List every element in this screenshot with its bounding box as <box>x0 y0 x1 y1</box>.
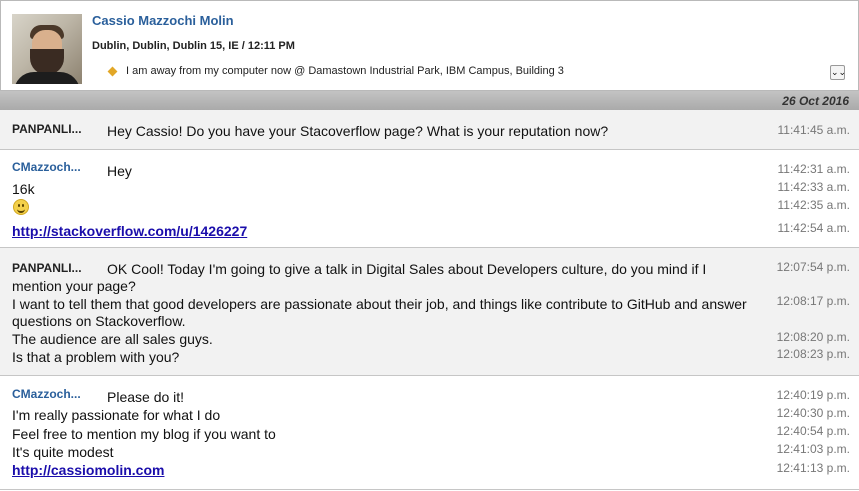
sender-name[interactable]: CMazzoch... <box>12 160 81 174</box>
message-text: The audience are all sales guys. <box>12 331 213 347</box>
message-group: CMazzoch... Please do it! 12:40:19 p.m. … <box>0 376 859 490</box>
avatar-shirt <box>14 72 80 84</box>
message-text: Is that a problem with you? <box>12 349 180 365</box>
message-time: 12:40:30 p.m. <box>776 406 850 420</box>
sender-name[interactable]: CMazzoch... <box>12 387 81 401</box>
message-group: PANPANLI... OK Cool! Today I'm going to … <box>0 248 859 376</box>
message-text: Hey <box>107 163 132 179</box>
conversation-date: 26 Oct 2016 <box>782 94 849 108</box>
message-group: CMazzoch... Hey 11:42:31 a.m. 16k 11:42:… <box>0 150 859 248</box>
contact-name[interactable]: Cassio Mazzochi Molin <box>92 13 234 28</box>
blog-link[interactable]: http://cassiomolin.com <box>12 462 164 478</box>
message-text: It's quite modest <box>12 444 114 460</box>
message-time: 12:41:13 p.m. <box>776 461 850 475</box>
message-time: 12:40:54 p.m. <box>776 424 850 438</box>
sender-name[interactable]: PANPANLI... <box>12 122 82 136</box>
message-text: Hey Cassio! Do you have your Stacoverflo… <box>107 123 609 139</box>
contact-header: Cassio Mazzochi Molin Dublin, Dublin, Du… <box>0 0 859 91</box>
expand-header-button[interactable]: ⌄⌄ <box>830 65 847 80</box>
message-group: PANPANLI... Hey Cassio! Do you have your… <box>0 110 859 150</box>
contact-location: Dublin, Dublin, Dublin 15, IE / 12:11 PM <box>92 40 295 52</box>
message-time: 12:07:54 p.m. <box>776 260 850 274</box>
message-time: 12:40:19 p.m. <box>776 388 850 402</box>
avatar[interactable] <box>12 14 82 84</box>
message-text: 16k <box>12 181 35 197</box>
message-time: 11:42:35 a.m. <box>777 198 851 212</box>
message-time: 11:42:54 a.m. <box>777 221 851 235</box>
message-time: 12:08:17 p.m. <box>776 294 850 308</box>
message-time: 12:41:03 p.m. <box>776 442 850 456</box>
date-separator: 26 Oct 2016 <box>0 91 859 110</box>
message-text: Please do it! <box>107 389 185 405</box>
message-time: 12:08:23 p.m. <box>776 347 850 361</box>
message-text: Feel free to mention my blog if you want… <box>12 426 276 442</box>
message-time: 11:42:33 a.m. <box>777 180 851 194</box>
message-text: OK Cool! Today I'm going to give a talk … <box>12 261 707 294</box>
status-message: I am away from my computer now @ Damasto… <box>126 65 564 77</box>
profile-link[interactable]: http://stackoverflow.com/u/1426227 <box>12 223 247 239</box>
double-chevron-down-icon: ⌄⌄ <box>831 67 847 77</box>
message-text: I want to tell them that good developers… <box>12 296 747 329</box>
message-time: 11:42:31 a.m. <box>777 162 851 176</box>
message-text: I'm really passionate for what I do <box>12 407 221 423</box>
smile-icon <box>13 199 29 215</box>
message-time: 11:41:45 a.m. <box>777 123 851 137</box>
status-diamond-icon <box>107 66 118 77</box>
message-time: 12:08:20 p.m. <box>776 330 850 344</box>
